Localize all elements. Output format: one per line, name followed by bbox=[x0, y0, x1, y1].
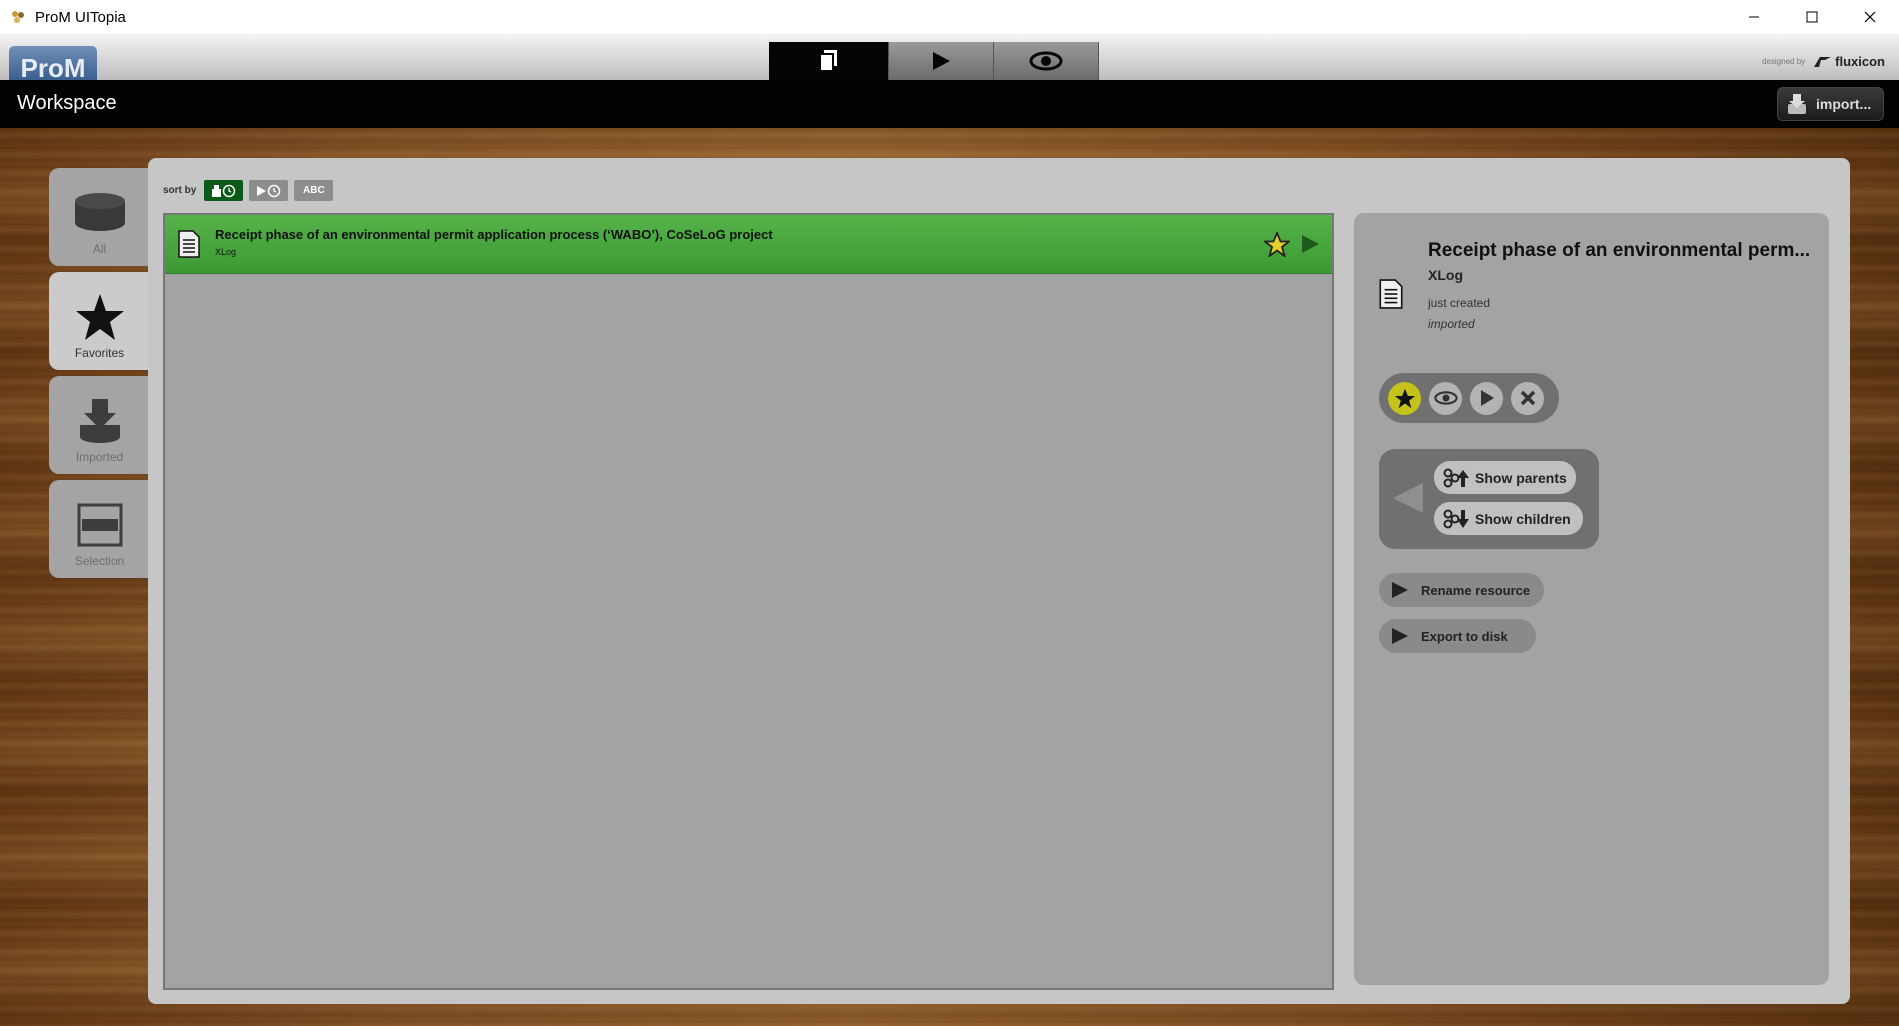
view-button[interactable] bbox=[1429, 381, 1462, 415]
resource-type: XLog bbox=[215, 247, 237, 257]
sidebar-item-label: Favorites bbox=[74, 346, 125, 360]
sidebar-item-all[interactable]: All bbox=[49, 168, 150, 266]
tab-workspace[interactable] bbox=[769, 42, 889, 80]
detail-type: XLog bbox=[1428, 267, 1463, 283]
import-icon bbox=[78, 396, 122, 446]
detail-pane: Receipt phase of an environmental perm..… bbox=[1354, 213, 1829, 985]
play-icon bbox=[1392, 582, 1408, 598]
favorite-star-icon[interactable] bbox=[1262, 230, 1292, 262]
import-icon bbox=[1788, 94, 1806, 114]
children-icon bbox=[1443, 509, 1469, 528]
main-tabs bbox=[769, 42, 1099, 80]
close-button[interactable] bbox=[1841, 0, 1899, 34]
creation-clock-icon bbox=[211, 184, 236, 197]
selection-icon bbox=[77, 500, 123, 550]
close-icon bbox=[1520, 390, 1535, 406]
export-to-disk-label: Export to disk bbox=[1421, 628, 1508, 644]
sort-label: sort by bbox=[163, 185, 197, 196]
workspace-bar: Workspace import... bbox=[0, 80, 1899, 128]
designed-by: designed by fluxicon bbox=[1762, 54, 1885, 69]
star-icon bbox=[1394, 388, 1415, 408]
run-action-icon[interactable] bbox=[1300, 234, 1320, 259]
import-label: import... bbox=[1816, 96, 1872, 112]
show-children-button[interactable]: Show children bbox=[1434, 502, 1583, 535]
sidebar-item-favorites[interactable]: Favorites bbox=[49, 272, 150, 370]
eye-icon bbox=[1029, 51, 1063, 71]
designed-by-label: designed by bbox=[1762, 57, 1806, 66]
export-to-disk-button[interactable]: Export to disk bbox=[1379, 619, 1536, 653]
resource-actions bbox=[1379, 373, 1559, 423]
eye-icon bbox=[1433, 391, 1458, 405]
prom-app-icon bbox=[9, 8, 27, 26]
database-icon bbox=[73, 188, 127, 238]
rename-resource-label: Rename resource bbox=[1421, 582, 1531, 598]
play-icon bbox=[1480, 390, 1494, 406]
detail-source: imported bbox=[1428, 317, 1475, 331]
list-item[interactable]: Receipt phase of an environmental permit… bbox=[165, 215, 1332, 274]
sidebar-item-label: Selection bbox=[74, 554, 125, 568]
sidebar-item-imported[interactable]: Imported bbox=[49, 376, 150, 474]
parents-icon bbox=[1443, 468, 1469, 487]
window-title: ProM UITopia bbox=[35, 8, 126, 26]
play-clock-icon bbox=[256, 184, 281, 197]
delete-button[interactable] bbox=[1511, 381, 1544, 415]
star-icon bbox=[75, 292, 125, 342]
show-parents-button[interactable]: Show parents bbox=[1434, 461, 1576, 494]
documents-icon bbox=[818, 50, 837, 72]
show-parents-label: Show parents bbox=[1475, 469, 1567, 486]
rename-resource-button[interactable]: Rename resource bbox=[1379, 573, 1544, 607]
fluxicon-logo-icon bbox=[1814, 56, 1832, 67]
brand-name: fluxicon bbox=[1835, 54, 1885, 69]
tab-actions[interactable] bbox=[889, 42, 994, 80]
favorite-button[interactable] bbox=[1388, 381, 1421, 415]
sort-bar: sort by ABC bbox=[163, 180, 339, 201]
prom-logo: ProM bbox=[9, 46, 97, 80]
close-icon bbox=[1864, 11, 1876, 23]
sidebar-item-label: All bbox=[92, 242, 107, 256]
detail-created: just created bbox=[1428, 296, 1491, 310]
document-icon bbox=[177, 230, 201, 263]
resource-list: Receipt phase of an environmental permit… bbox=[163, 213, 1334, 990]
maximize-icon bbox=[1806, 11, 1818, 23]
resource-name: Receipt phase of an environmental permit… bbox=[215, 227, 773, 242]
tab-views[interactable] bbox=[994, 42, 1099, 80]
window-titlebar: ProM UITopia bbox=[0, 0, 1899, 34]
sidebar-item-selection[interactable]: Selection bbox=[49, 480, 150, 578]
play-icon bbox=[933, 52, 950, 70]
detail-title: Receipt phase of an environmental perm..… bbox=[1428, 240, 1811, 261]
relations-box: Show parents Show children bbox=[1379, 449, 1599, 549]
run-button[interactable] bbox=[1470, 381, 1503, 415]
import-button[interactable]: import... bbox=[1777, 87, 1884, 121]
minimize-icon bbox=[1749, 16, 1759, 18]
minimize-button[interactable] bbox=[1725, 0, 1783, 34]
window-controls bbox=[1725, 0, 1899, 34]
maximize-button[interactable] bbox=[1783, 0, 1841, 34]
play-icon bbox=[1392, 628, 1408, 644]
workspace-title: Workspace bbox=[17, 92, 117, 114]
arrow-left-icon bbox=[1393, 483, 1425, 518]
sort-by-used-button[interactable] bbox=[249, 180, 289, 201]
show-children-label: Show children bbox=[1475, 510, 1571, 527]
sidebar-item-label: Imported bbox=[75, 450, 124, 464]
document-icon bbox=[1378, 279, 1404, 314]
prom-header: ProM designed by fluxicon bbox=[0, 34, 1899, 80]
workspace-panel: sort by ABC Receipt phase of an environm… bbox=[148, 158, 1850, 1004]
sort-by-created-button[interactable] bbox=[204, 180, 244, 201]
sort-by-name-button[interactable]: ABC bbox=[294, 180, 334, 201]
